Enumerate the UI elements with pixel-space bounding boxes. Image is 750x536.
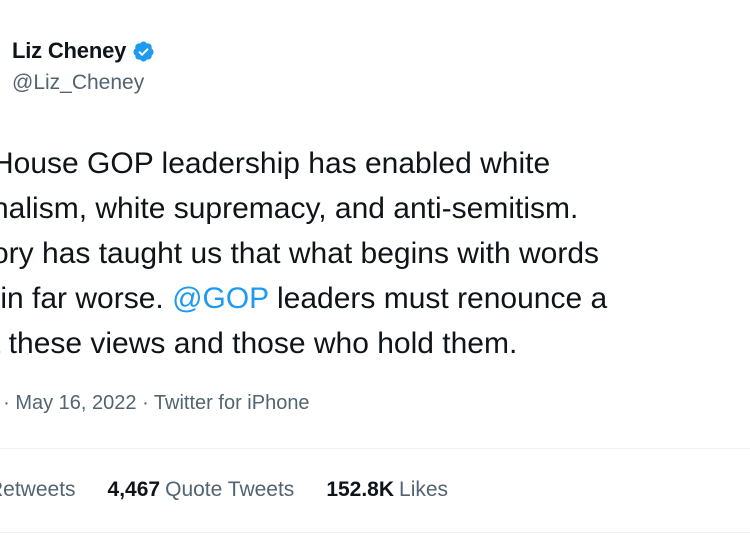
verified-badge-icon bbox=[132, 40, 155, 63]
likes-stat[interactable]: 152.8K Likes bbox=[326, 478, 448, 502]
tweet-line: in far worse. @GOP leaders must renounce… bbox=[0, 276, 750, 321]
author-handle[interactable]: @Liz_Cheney bbox=[12, 71, 144, 95]
author-name-row[interactable]: Liz Cheney bbox=[12, 36, 155, 66]
divider bbox=[0, 532, 750, 533]
engagement-stats: Retweets 4,467 Quote Tweets 152.8K Likes bbox=[0, 478, 448, 502]
tweet-timestamp-source[interactable]: I · May 16, 2022 · Twitter for iPhone bbox=[0, 392, 310, 415]
tweet-text: House GOP leadership has enabled white n… bbox=[0, 141, 750, 366]
tweet-text-segment: leaders must renounce a bbox=[268, 282, 608, 315]
tweet-line: t these views and those who hold them. bbox=[0, 321, 750, 366]
tweet-text-segment: ory has taught us that what begins with … bbox=[0, 237, 600, 270]
quote-tweets-stat[interactable]: 4,467 Quote Tweets bbox=[108, 478, 295, 502]
tweet-line: nalism, white supremacy, and anti-semiti… bbox=[0, 186, 750, 231]
divider bbox=[0, 448, 750, 449]
gop-mention-link[interactable]: @GOP bbox=[172, 282, 269, 315]
quote-tweets-count: 4,467 bbox=[107, 478, 161, 501]
retweets-label: Retweets bbox=[0, 478, 76, 501]
author-name[interactable]: Liz Cheney bbox=[12, 38, 126, 64]
tweet-text-segment: House GOP leadership has enabled white bbox=[0, 147, 551, 180]
tweet-line: ory has taught us that what begins with … bbox=[0, 231, 750, 276]
tweet-line: House GOP leadership has enabled white bbox=[0, 141, 750, 186]
tweet-text-segment: t these views and those who hold them. bbox=[0, 327, 518, 360]
likes-label: Likes bbox=[399, 478, 449, 501]
tweet-text-segment: in far worse. bbox=[0, 282, 173, 315]
retweets-stat[interactable]: Retweets bbox=[0, 478, 76, 502]
quote-tweets-label: Quote Tweets bbox=[165, 478, 295, 501]
likes-count: 152.8K bbox=[326, 478, 395, 501]
tweet-text-segment: nalism, white supremacy, and anti-semiti… bbox=[0, 192, 579, 225]
